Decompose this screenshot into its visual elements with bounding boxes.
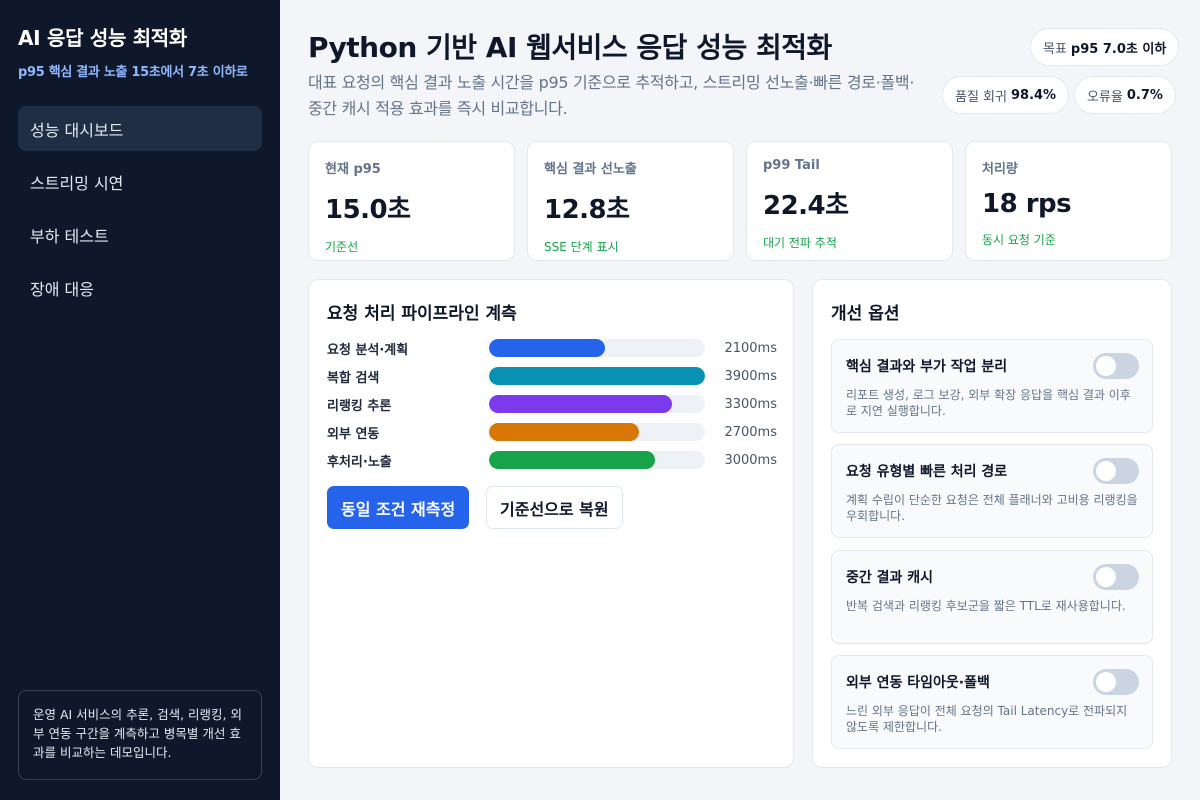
kpi-label: 현재 p95	[325, 162, 381, 177]
option-description: 계획 수립이 단순한 요청은 전체 플래너와 고비용 리랭킹을 우회합니다.	[846, 493, 1138, 523]
target-badge: 목표 p95 7.0초 이하	[1030, 28, 1180, 66]
nav-item-streaming-demo[interactable]: 스트리밍 시연	[18, 159, 262, 204]
app-title: AI 응답 성능 최적화	[18, 26, 188, 50]
option-card-timeout-fallback: 외부 연동 타임아웃·폴백 느린 외부 응답이 전체 요청의 Tail Late…	[831, 655, 1153, 749]
quality-badge: 품질 회귀 98.4%	[942, 76, 1070, 114]
stage-duration: 3000ms	[724, 452, 777, 468]
option-toggle[interactable]	[1093, 564, 1139, 590]
stage-duration: 2100ms	[724, 340, 777, 356]
kpi-card-first-result: 핵심 결과 선노출 12.8초 SSE 단계 표시	[527, 141, 734, 261]
quality-value: 98.4%	[1010, 87, 1057, 103]
stage-bar-fill	[489, 451, 656, 469]
kpi-value: 18 rps	[982, 189, 1072, 219]
option-card-fast-path: 요청 유형별 빠른 처리 경로 계획 수립이 단순한 요청은 전체 플래너와 고…	[831, 444, 1153, 538]
sidebar-description: 운영 AI 서비스의 추론, 검색, 리랭킹, 외부 연동 구간을 계측하고 병…	[18, 690, 262, 780]
error-rate-label: 오류율	[1087, 89, 1123, 105]
stage-bar-fill	[489, 395, 672, 413]
stage-row-postprocess: 후처리·노출 3000ms	[327, 450, 777, 470]
nav-item-performance-dashboard[interactable]: 성능 대시보드	[18, 106, 262, 151]
stage-row-external: 외부 연동 2700ms	[327, 422, 777, 442]
nav-item-load-test[interactable]: 부하 테스트	[18, 212, 262, 257]
toggle-knob	[1096, 461, 1116, 481]
option-toggle[interactable]	[1093, 353, 1139, 379]
option-description: 반복 검색과 리랭킹 후보군을 짧은 TTL로 재사용합니다.	[846, 599, 1126, 613]
stage-label: 후처리·노출	[327, 454, 392, 470]
stage-bar-track	[489, 451, 705, 469]
option-description: 느린 외부 응답이 전체 요청의 Tail Latency로 전파되지 않도록 …	[846, 704, 1128, 734]
sidebar-nav: 성능 대시보드 스트리밍 시연 부하 테스트 장애 대응	[18, 106, 262, 310]
pipeline-title: 요청 처리 파이프라인 계측	[327, 304, 517, 324]
stage-bar-track	[489, 367, 705, 385]
error-rate-value: 0.7%	[1126, 87, 1163, 103]
stage-row-search: 복합 검색 3900ms	[327, 366, 777, 386]
kpi-label: p99 Tail	[763, 158, 820, 173]
app-subtitle: p95 핵심 결과 노출 15초에서 7초 이하로	[18, 65, 248, 80]
target-label: 목표	[1043, 41, 1067, 57]
stage-row-analysis: 요청 분석·계획 2100ms	[327, 338, 777, 358]
kpi-note: 대기 전파 추적	[763, 236, 837, 250]
page-description: 대표 요청의 핵심 결과 노출 시간을 p95 기준으로 추적하고, 스트리밍 …	[308, 73, 915, 118]
kpi-value: 15.0초	[325, 195, 411, 225]
stage-label: 요청 분석·계획	[327, 342, 409, 358]
stage-bar-fill	[489, 339, 606, 357]
stage-bar-track	[489, 339, 705, 357]
sidebar: AI 응답 성능 최적화 p95 핵심 결과 노출 15초에서 7초 이하로 성…	[0, 0, 280, 800]
option-description: 리포트 생성, 로그 보강, 외부 확장 응답을 핵심 결과 이후로 지연 실행…	[846, 388, 1131, 418]
stage-bar-fill	[489, 423, 639, 441]
target-value: p95 7.0초 이하	[1070, 41, 1167, 57]
kpi-note: 동시 요청 기준	[982, 233, 1056, 247]
stage-label: 리랭킹 추론	[327, 398, 392, 414]
options-panel: 개선 옵션 핵심 결과와 부가 작업 분리 리포트 생성, 로그 보강, 외부 …	[812, 279, 1172, 768]
stage-bar-fill	[489, 367, 705, 385]
error-rate-badge: 오류율 0.7%	[1074, 76, 1176, 114]
kpi-card-throughput: 처리량 18 rps 동시 요청 기준	[965, 141, 1172, 261]
stage-label: 외부 연동	[327, 426, 380, 442]
stage-bar-track	[489, 423, 705, 441]
stage-duration: 2700ms	[724, 424, 777, 440]
kpi-card-p95: 현재 p95 15.0초 기준선	[308, 141, 515, 261]
kpi-label: 처리량	[982, 162, 1018, 177]
stage-label: 복합 검색	[327, 370, 380, 386]
kpi-value: 22.4초	[763, 191, 849, 221]
toggle-knob	[1096, 356, 1116, 376]
pipeline-panel: 요청 처리 파이프라인 계측 요청 분석·계획 2100ms 복합 검색 390…	[308, 279, 794, 768]
nav-item-incident-response[interactable]: 장애 대응	[18, 265, 262, 310]
option-toggle[interactable]	[1093, 669, 1139, 695]
main-content: Python 기반 AI 웹서비스 응답 성능 최적화 대표 요청의 핵심 결과…	[280, 0, 1200, 800]
remeasure-button[interactable]: 동일 조건 재측정	[327, 486, 470, 529]
kpi-value: 12.8초	[544, 195, 630, 225]
toggle-knob	[1096, 567, 1116, 587]
stage-bar-track	[489, 395, 705, 413]
quality-label: 품질 회귀	[955, 89, 1007, 105]
options-title: 개선 옵션	[831, 304, 900, 324]
page-title: Python 기반 AI 웹서비스 응답 성능 최적화	[308, 31, 832, 64]
kpi-note: SSE 단계 표시	[544, 240, 619, 254]
option-card-split-tasks: 핵심 결과와 부가 작업 분리 리포트 생성, 로그 보강, 외부 확장 응답을…	[831, 339, 1153, 433]
reset-baseline-button[interactable]: 기준선으로 복원	[486, 486, 623, 529]
stage-duration: 3300ms	[724, 396, 777, 412]
stage-duration: 3900ms	[724, 368, 777, 384]
option-toggle[interactable]	[1093, 458, 1139, 484]
stage-row-reranking: 리랭킹 추론 3300ms	[327, 394, 777, 414]
kpi-note: 기준선	[325, 240, 359, 254]
kpi-label: 핵심 결과 선노출	[544, 162, 637, 177]
toggle-knob	[1096, 672, 1116, 692]
kpi-card-p99-tail: p99 Tail 22.4초 대기 전파 추적	[746, 141, 953, 261]
option-card-intermediate-cache: 중간 결과 캐시 반복 검색과 리랭킹 후보군을 짧은 TTL로 재사용합니다.	[831, 550, 1153, 644]
